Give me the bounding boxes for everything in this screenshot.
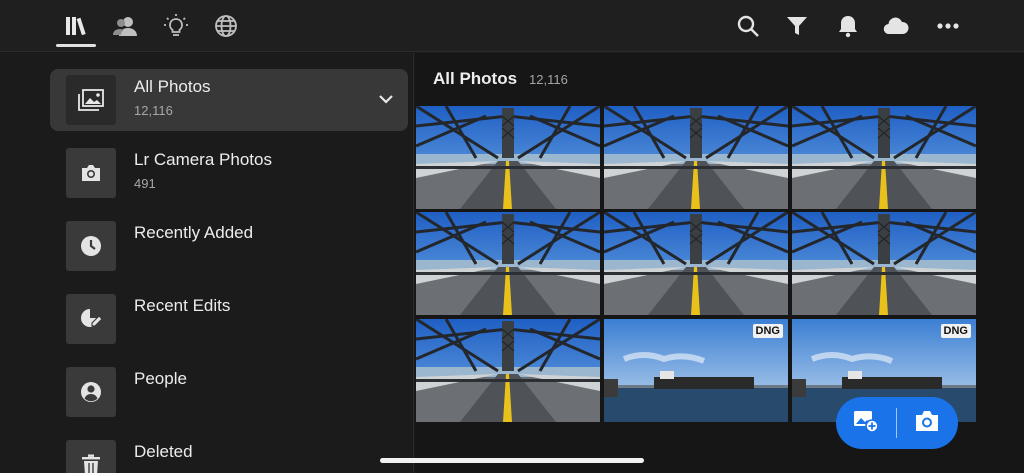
chevron-down-icon[interactable] xyxy=(376,89,396,109)
people-icon[interactable] xyxy=(110,11,140,41)
dng-badge: DNG xyxy=(940,324,971,338)
person-icon xyxy=(66,367,116,417)
more-icon[interactable] xyxy=(933,11,963,41)
photo-icon xyxy=(66,75,116,125)
top-bar xyxy=(0,0,1024,52)
sidebar-item-lr-camera-photos[interactable]: Lr Camera Photos 491 xyxy=(50,142,408,204)
bell-icon[interactable] xyxy=(833,11,863,41)
sidebar-item-count: 491 xyxy=(134,176,156,191)
photo-thumbnail[interactable] xyxy=(416,212,600,315)
capture-camera-button[interactable] xyxy=(897,397,957,449)
lightbulb-icon[interactable] xyxy=(161,11,191,41)
active-tab-indicator xyxy=(56,44,96,47)
cloud-icon[interactable] xyxy=(881,11,911,41)
dng-badge: DNG xyxy=(752,324,783,338)
library-icon[interactable] xyxy=(61,11,91,41)
edit-icon xyxy=(66,294,116,344)
trash-icon xyxy=(66,440,116,473)
camera-icon xyxy=(66,148,116,198)
page-title: All Photos xyxy=(433,69,518,88)
add-photo-button[interactable] xyxy=(836,397,896,449)
globe-icon[interactable] xyxy=(211,11,241,41)
photo-thumbnail[interactable] xyxy=(604,212,788,315)
sidebar-item-label: Recently Added xyxy=(134,223,254,242)
sidebar-item-all-photos[interactable]: All Photos 12,116 xyxy=(50,69,408,131)
home-indicator xyxy=(380,458,644,463)
sidebar-item-label: Recent Edits xyxy=(134,296,231,315)
photo-thumbnail[interactable] xyxy=(416,319,600,422)
photo-thumbnail[interactable] xyxy=(604,106,788,209)
add-photo-icon xyxy=(853,409,879,438)
sidebar-item-label: All Photos xyxy=(134,77,211,96)
clock-icon xyxy=(66,221,116,271)
add-photos-fab xyxy=(836,397,958,449)
sidebar-item-recent-edits[interactable]: Recent Edits xyxy=(50,288,408,350)
sidebar-item-label: Deleted xyxy=(134,442,193,461)
photo-thumbnail[interactable]: DNG xyxy=(604,319,788,422)
sidebar: All Photos 12,116 Lr Camera Photos 491 R… xyxy=(0,53,414,473)
camera-icon xyxy=(914,410,940,437)
photo-thumbnail[interactable] xyxy=(792,106,976,209)
photo-count: 12,116 xyxy=(529,72,568,87)
sidebar-item-count: 12,116 xyxy=(134,103,173,118)
photo-thumbnail[interactable] xyxy=(416,106,600,209)
sidebar-item-label: People xyxy=(134,369,187,388)
search-icon[interactable] xyxy=(733,11,763,41)
sidebar-item-label: Lr Camera Photos xyxy=(134,150,272,169)
photo-thumbnail[interactable] xyxy=(792,212,976,315)
sidebar-item-recently-added[interactable]: Recently Added xyxy=(50,215,408,277)
sidebar-item-people[interactable]: People xyxy=(50,361,408,423)
sidebar-item-deleted[interactable]: Deleted xyxy=(50,434,408,473)
filter-icon[interactable] xyxy=(782,11,812,41)
